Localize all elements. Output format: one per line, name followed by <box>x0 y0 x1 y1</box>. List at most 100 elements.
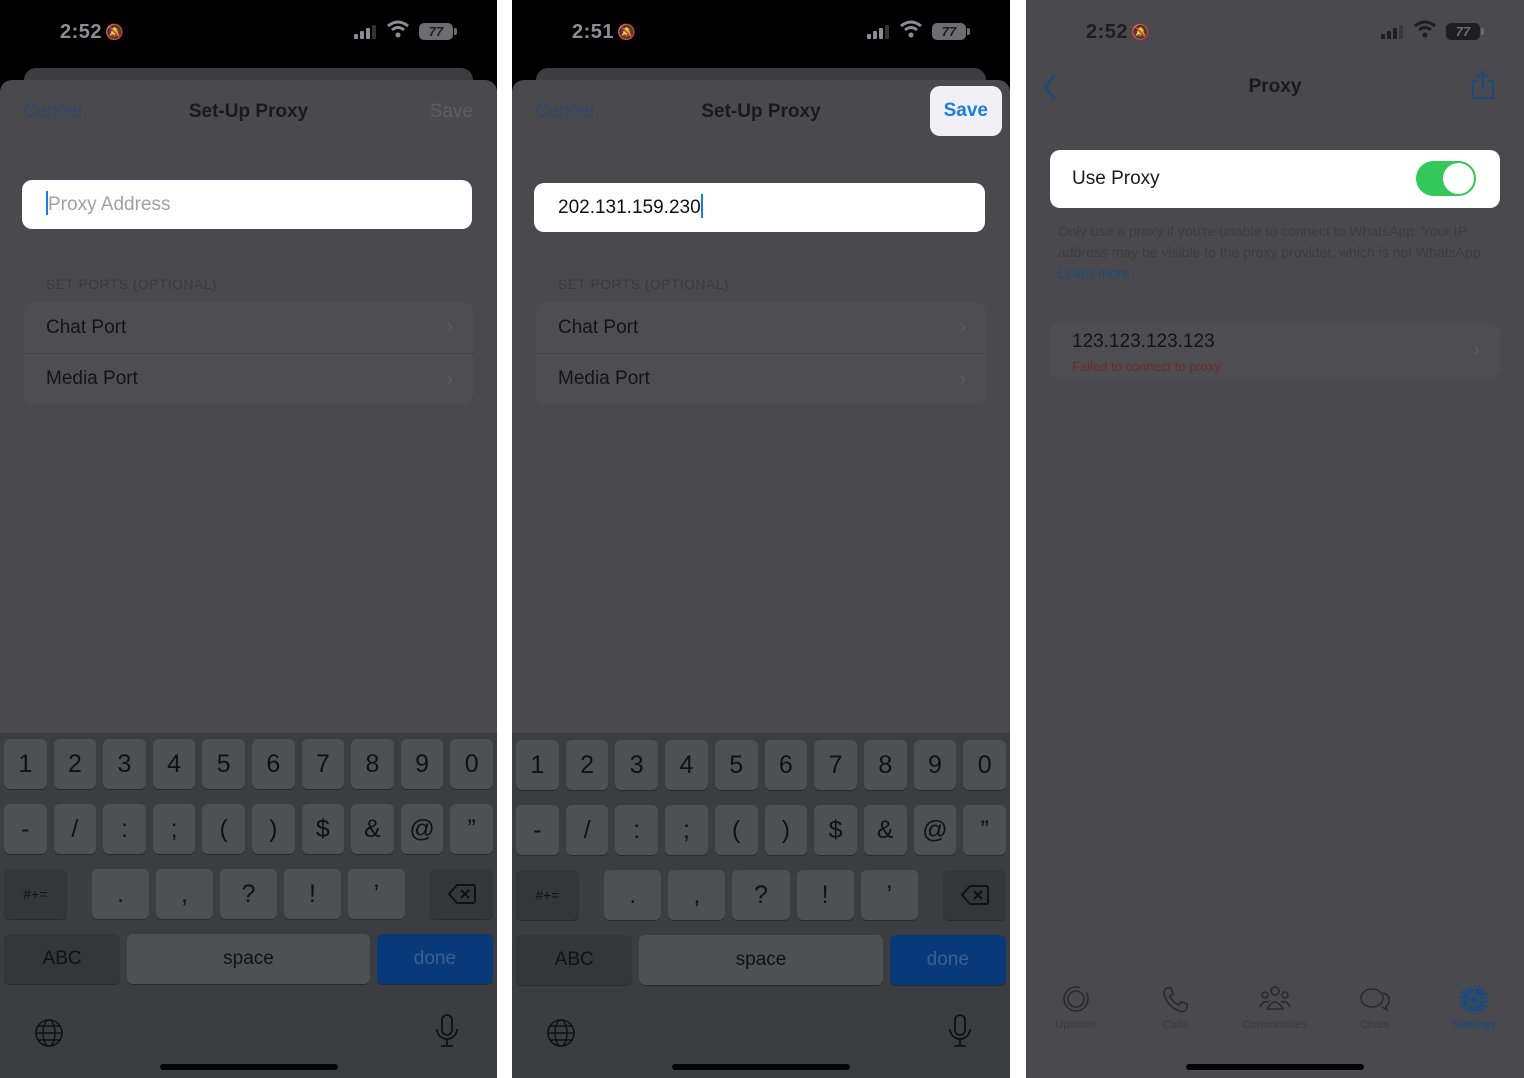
chat-port-row[interactable]: Chat Port › <box>24 302 473 353</box>
tab-communities[interactable]: Communities <box>1225 985 1325 1045</box>
proxy-address-input[interactable]: Proxy Address <box>22 180 472 229</box>
key[interactable]: : <box>103 804 146 854</box>
screenshot-setup-proxy-filled: 2:51 🔕 77 Cancel Set-Up Proxy Save 202.13… <box>512 0 1010 1078</box>
save-button[interactable]: Save <box>929 86 1002 136</box>
space-key[interactable]: space <box>639 935 883 985</box>
key[interactable]: / <box>565 805 609 855</box>
tab-calls[interactable]: Calls <box>1126 985 1226 1045</box>
abc-key[interactable]: ABC <box>516 935 633 985</box>
share-icon[interactable] <box>1470 70 1496 100</box>
more-symbols-key[interactable]: #+= <box>516 870 579 920</box>
key[interactable]: . <box>92 869 150 919</box>
key[interactable]: 6 <box>251 739 295 789</box>
chat-port-label: Chat Port <box>46 316 127 338</box>
key[interactable]: ( <box>202 804 245 854</box>
chat-port-row[interactable]: Chat Port › <box>536 302 986 353</box>
key[interactable]: , <box>668 870 726 920</box>
key[interactable]: 2 <box>53 739 97 789</box>
nav-bar: Cancel Set-Up Proxy Save <box>512 80 1010 144</box>
key[interactable]: 4 <box>665 740 708 790</box>
key[interactable]: 1 <box>516 740 559 790</box>
media-port-row[interactable]: Media Port › <box>24 353 473 404</box>
key[interactable]: 3 <box>103 739 146 789</box>
save-button[interactable]: Save <box>430 101 473 123</box>
media-port-row[interactable]: Media Port › <box>536 353 986 404</box>
key[interactable]: / <box>53 804 97 854</box>
key[interactable]: 8 <box>351 739 394 789</box>
tab-chats[interactable]: Chats <box>1325 985 1425 1045</box>
key[interactable]: 5 <box>202 739 245 789</box>
key[interactable]: ? <box>732 870 790 920</box>
key[interactable]: ; <box>665 805 708 855</box>
home-indicator <box>1186 1064 1364 1070</box>
key[interactable]: : <box>615 805 659 855</box>
key[interactable]: @ <box>913 805 957 855</box>
key[interactable]: ( <box>714 805 758 855</box>
proxy-address-placeholder: Proxy Address <box>48 194 171 215</box>
home-indicator <box>159 1064 338 1070</box>
key[interactable]: ? <box>220 869 277 919</box>
learn-more-link[interactable]: Learn more <box>1058 265 1130 281</box>
key[interactable]: ’ <box>860 870 918 920</box>
globe-icon[interactable] <box>34 1018 64 1048</box>
microphone-icon[interactable] <box>948 1014 972 1048</box>
key[interactable]: ) <box>251 804 295 854</box>
key[interactable]: 3 <box>615 740 659 790</box>
key[interactable]: 4 <box>152 739 196 789</box>
proxy-address: 123.123.123.123 <box>1072 331 1215 352</box>
backspace-key[interactable] <box>943 870 1007 920</box>
key[interactable]: 6 <box>764 740 808 790</box>
silent-bell-icon: 🔕 <box>105 24 125 41</box>
globe-icon[interactable] <box>546 1018 576 1048</box>
cellular-signal-icon <box>1381 25 1403 39</box>
key[interactable]: @ <box>400 804 444 854</box>
key[interactable]: $ <box>301 804 345 854</box>
key[interactable]: 5 <box>714 740 758 790</box>
more-symbols-key[interactable]: #+= <box>4 869 67 919</box>
space-key[interactable]: space <box>127 934 370 984</box>
key[interactable]: ” <box>450 804 493 854</box>
key[interactable]: 7 <box>814 740 857 790</box>
key[interactable]: ’ <box>347 869 405 919</box>
key[interactable]: 7 <box>301 739 345 789</box>
key[interactable]: 0 <box>963 740 1007 790</box>
use-proxy-label: Use Proxy <box>1072 168 1160 189</box>
backspace-key[interactable] <box>430 869 493 919</box>
key[interactable]: ! <box>283 869 341 919</box>
proxy-entry-row[interactable]: 123.123.123.123 Failed to connect to pro… <box>1050 323 1500 379</box>
chat-port-label: Chat Port <box>558 316 639 338</box>
key[interactable]: ; <box>152 804 196 854</box>
silent-bell-icon: 🔕 <box>617 24 637 41</box>
tab-updates[interactable]: Updates <box>1026 985 1126 1045</box>
proxy-address-input[interactable]: 202.131.159.230 <box>534 183 985 232</box>
tab-settings[interactable]: Settings <box>1424 985 1524 1045</box>
microphone-icon[interactable] <box>435 1014 459 1048</box>
key[interactable]: 9 <box>913 740 957 790</box>
key[interactable]: 9 <box>400 739 444 789</box>
key[interactable]: 2 <box>565 740 609 790</box>
key[interactable]: $ <box>814 805 857 855</box>
status-bar: 2:52 🔕 77 <box>0 0 497 68</box>
abc-key[interactable]: ABC <box>4 934 121 984</box>
cellular-signal-icon <box>354 25 376 39</box>
key[interactable]: ! <box>796 870 854 920</box>
keyboard-row-punct: #+= . , ? ! ’ <box>516 870 1007 920</box>
done-key[interactable]: done <box>376 934 493 984</box>
key[interactable]: 1 <box>4 739 47 789</box>
keyboard-row-symbols: - / : ; ( ) $ & @ ” <box>4 804 493 854</box>
key[interactable]: 0 <box>450 739 493 789</box>
key[interactable]: . <box>604 870 662 920</box>
key[interactable]: & <box>863 805 907 855</box>
wifi-icon <box>387 20 409 38</box>
key[interactable]: , <box>156 869 213 919</box>
key[interactable]: ) <box>764 805 808 855</box>
use-proxy-toggle[interactable] <box>1416 161 1476 196</box>
key[interactable]: - <box>516 805 559 855</box>
keyboard-row-numbers: 1 2 3 4 5 6 7 8 9 0 <box>516 740 1007 790</box>
key[interactable]: - <box>4 804 47 854</box>
key[interactable]: ” <box>963 805 1007 855</box>
key[interactable]: 8 <box>863 740 907 790</box>
key[interactable]: & <box>351 804 394 854</box>
chats-icon <box>1359 988 1390 1012</box>
done-key[interactable]: done <box>889 935 1006 985</box>
